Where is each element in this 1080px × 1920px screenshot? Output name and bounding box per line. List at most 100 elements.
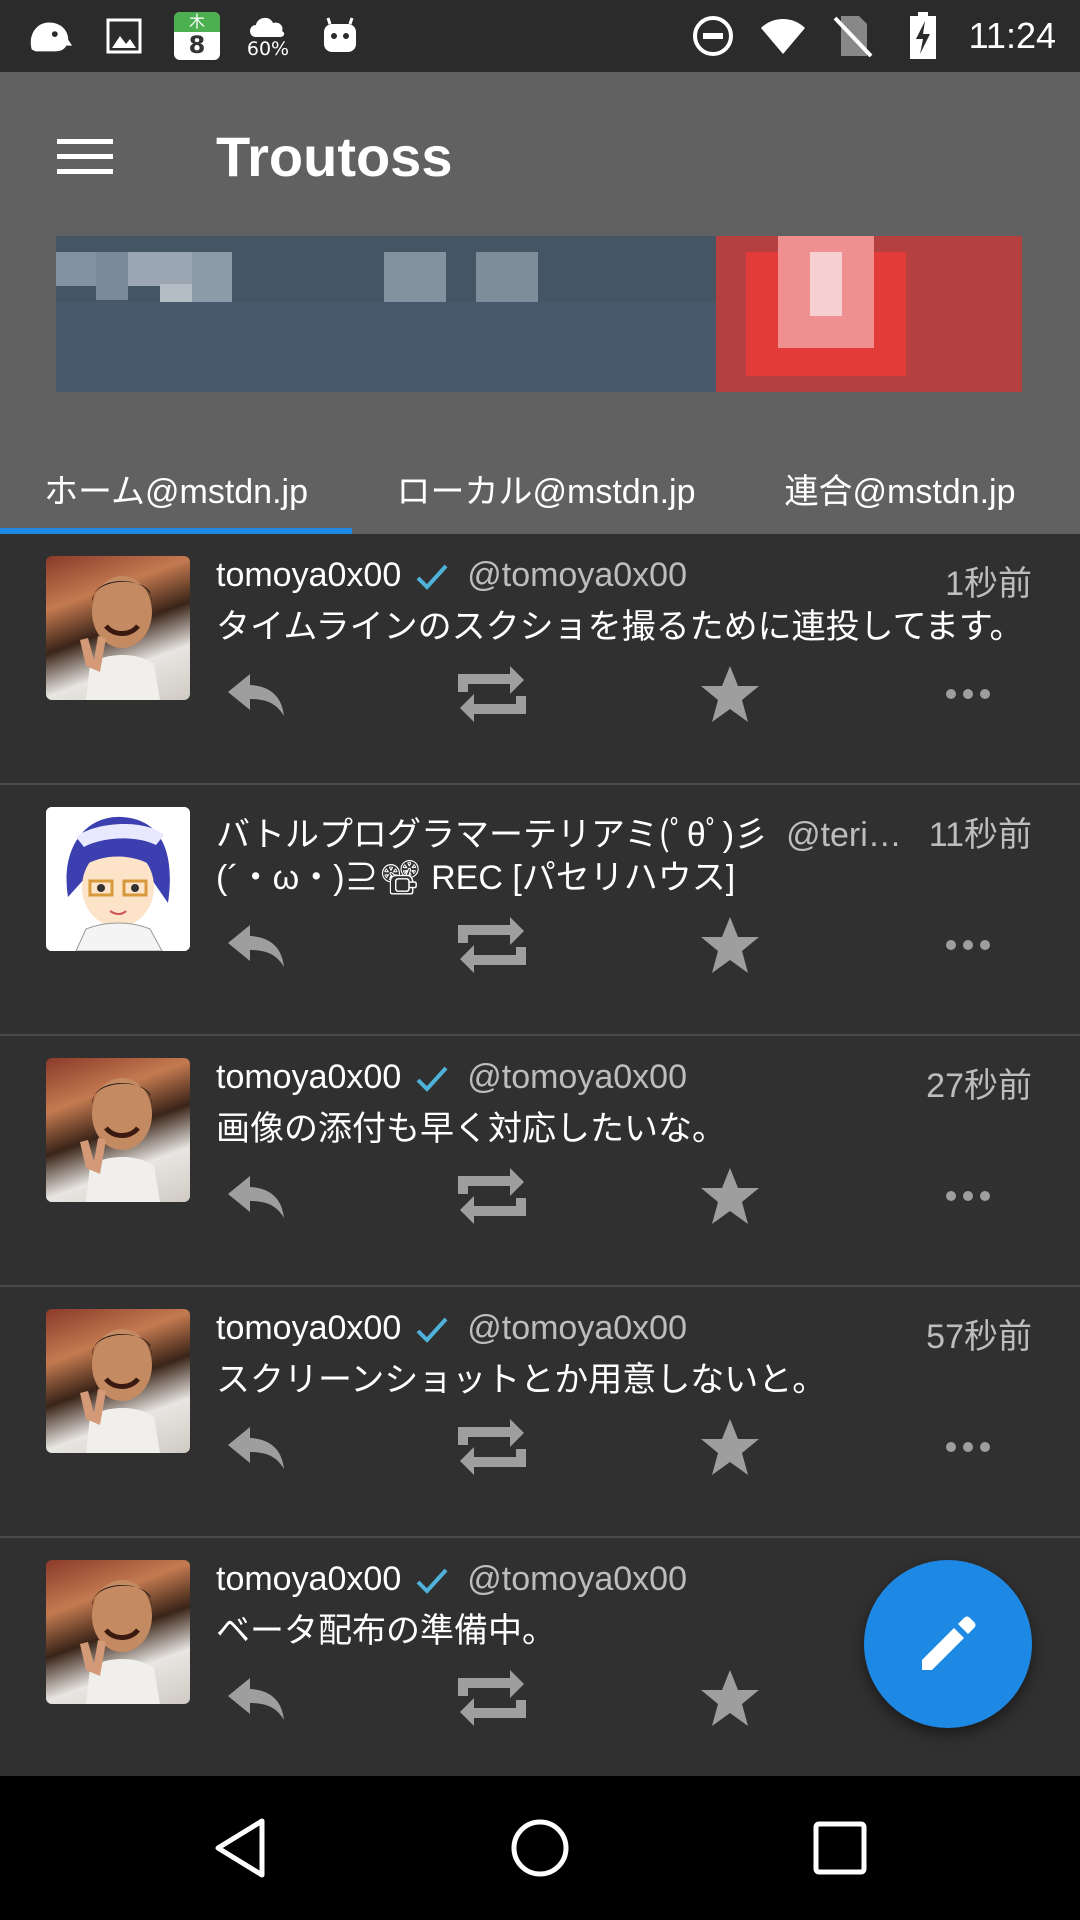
display-name[interactable]: tomoya0x00 xyxy=(216,1058,401,1096)
reply-icon xyxy=(228,674,284,716)
tab-local[interactable]: ローカル@mstdn.jp xyxy=(352,442,740,534)
status-item[interactable]: tomoya0x00 @tomoya0x00 1秒前 タイムラインのスクショを撮る… xyxy=(0,534,1080,785)
boost-icon xyxy=(458,1419,526,1475)
tab-home[interactable]: ホーム@mstdn.jp xyxy=(0,442,352,534)
back-icon xyxy=(215,1818,265,1878)
back-button[interactable] xyxy=(200,1808,280,1888)
system-icons: 11:24 xyxy=(689,10,1056,62)
status-actions xyxy=(216,1156,1016,1236)
reply-button[interactable] xyxy=(216,1156,296,1236)
display-name[interactable]: tomoya0x00 xyxy=(216,1560,401,1598)
boost-icon xyxy=(458,666,526,722)
app-icon xyxy=(26,12,74,60)
avatar[interactable] xyxy=(46,556,190,700)
reply-button[interactable] xyxy=(216,905,296,985)
more-button[interactable] xyxy=(928,1407,1008,1487)
status-item[interactable]: バトルプログラマーテリアミ(ﾟθﾟ)彡 @teri… 11秒前 (´・ω・)⊇📽 … xyxy=(0,785,1080,1036)
home-button[interactable] xyxy=(500,1808,580,1888)
timeline-tabs: ホーム@mstdn.jp ローカル@mstdn.jp 連合@mstdn.jp xyxy=(0,442,1080,534)
status-content: (´・ω・)⊇📽 REC [パセリハウス] xyxy=(216,859,736,897)
avatar[interactable] xyxy=(46,1560,190,1704)
timestamp: 11秒前 xyxy=(928,816,1032,854)
more-button[interactable] xyxy=(928,1156,1008,1236)
handle[interactable]: @teri… xyxy=(786,816,902,854)
reply-icon xyxy=(228,1678,284,1720)
avatar[interactable] xyxy=(46,1058,190,1202)
timestamp: 57秒前 xyxy=(926,1318,1032,1356)
account-banner-image[interactable] xyxy=(56,236,1022,392)
status-item[interactable]: tomoya0x00 @tomoya0x00 27秒前 画像の添付も早く対応したい… xyxy=(0,1036,1080,1287)
status-actions xyxy=(216,1407,1016,1487)
favourite-icon xyxy=(701,1670,759,1726)
handle[interactable]: @tomoya0x00 xyxy=(467,556,687,594)
verified-icon xyxy=(415,562,449,601)
favourite-icon xyxy=(701,666,759,722)
boost-button[interactable] xyxy=(452,1658,532,1738)
display-name[interactable]: tomoya0x00 xyxy=(216,556,401,594)
handle[interactable]: @tomoya0x00 xyxy=(467,1560,687,1598)
status-item[interactable]: tomoya0x00 @tomoya0x00 57秒前 スクリーンショットとか用意… xyxy=(0,1287,1080,1538)
avatar[interactable] xyxy=(46,1309,190,1453)
reply-button[interactable] xyxy=(216,654,296,734)
recents-icon xyxy=(813,1821,867,1875)
verified-icon xyxy=(415,1064,449,1103)
app-bar: Troutoss ホーム@mstdn.jp ローカル@mstdn.jp 連合@m… xyxy=(0,72,1080,534)
more-icon xyxy=(946,1442,990,1452)
weather-icon: 60% xyxy=(246,13,290,59)
image-icon xyxy=(100,12,148,60)
timestamp: 1秒前 xyxy=(945,565,1032,603)
handle[interactable]: @tomoya0x00 xyxy=(467,1309,687,1347)
battery-charging-icon xyxy=(899,12,947,60)
boost-button[interactable] xyxy=(452,905,532,985)
status-header: tomoya0x00 @tomoya0x00 1秒前 xyxy=(216,556,1032,603)
wifi-icon xyxy=(759,12,807,60)
verified-icon xyxy=(415,1315,449,1354)
boost-button[interactable] xyxy=(452,654,532,734)
status-header: バトルプログラマーテリアミ(ﾟθﾟ)彡 @teri… 11秒前 xyxy=(216,807,1032,854)
favourite-button[interactable] xyxy=(690,1407,770,1487)
more-icon xyxy=(946,940,990,950)
display-name[interactable]: バトルプログラマーテリアミ(ﾟθﾟ)彡 xyxy=(216,816,768,854)
app-title: Troutoss xyxy=(216,125,453,188)
favourite-button[interactable] xyxy=(690,1156,770,1236)
more-icon xyxy=(946,1191,990,1201)
boost-button[interactable] xyxy=(452,1407,532,1487)
boost-icon xyxy=(458,1670,526,1726)
compose-button[interactable] xyxy=(864,1560,1032,1728)
boost-icon xyxy=(458,1168,526,1224)
status-actions xyxy=(216,905,1016,985)
clock: 11:24 xyxy=(968,15,1056,56)
reply-button[interactable] xyxy=(216,1658,296,1738)
favourite-icon xyxy=(701,1419,759,1475)
boost-button[interactable] xyxy=(452,1156,532,1236)
status-content: 画像の添付も早く対応したいな。 xyxy=(216,1110,726,1148)
recents-button[interactable] xyxy=(800,1808,880,1888)
no-sim-icon xyxy=(829,12,877,60)
status-header: tomoya0x00 @tomoya0x00 27秒前 xyxy=(216,1058,1032,1105)
favourite-button[interactable] xyxy=(690,654,770,734)
favourite-button[interactable] xyxy=(690,905,770,985)
weather-percent: 60% xyxy=(246,38,290,60)
more-button[interactable] xyxy=(928,905,1008,985)
reply-icon xyxy=(228,1427,284,1469)
status-content: スクリーンショットとか用意しないと。 xyxy=(216,1361,827,1399)
reply-button[interactable] xyxy=(216,1407,296,1487)
status-bar: 木 8 60% 11:24 xyxy=(0,0,1080,72)
favourite-button[interactable] xyxy=(690,1658,770,1738)
android-icon xyxy=(316,12,364,60)
home-icon xyxy=(511,1819,569,1877)
compose-icon xyxy=(922,1616,976,1670)
tab-federated[interactable]: 連合@mstdn.jp xyxy=(740,442,1060,534)
display-name[interactable]: tomoya0x00 xyxy=(216,1309,401,1347)
status-header: tomoya0x00 @tomoya0x00 57秒前 xyxy=(216,1309,1032,1356)
avatar[interactable] xyxy=(46,807,190,951)
handle[interactable]: @tomoya0x00 xyxy=(467,1058,687,1096)
menu-button[interactable] xyxy=(40,112,130,202)
status-content: タイムラインのスクショを撮るために連投してます。 xyxy=(216,608,1024,646)
verified-icon xyxy=(415,1566,449,1605)
reply-icon xyxy=(228,925,284,967)
navigation-bar xyxy=(0,1776,1080,1920)
status-actions xyxy=(216,654,1016,734)
more-button[interactable] xyxy=(928,654,1008,734)
calendar-icon: 木 8 xyxy=(174,12,220,60)
